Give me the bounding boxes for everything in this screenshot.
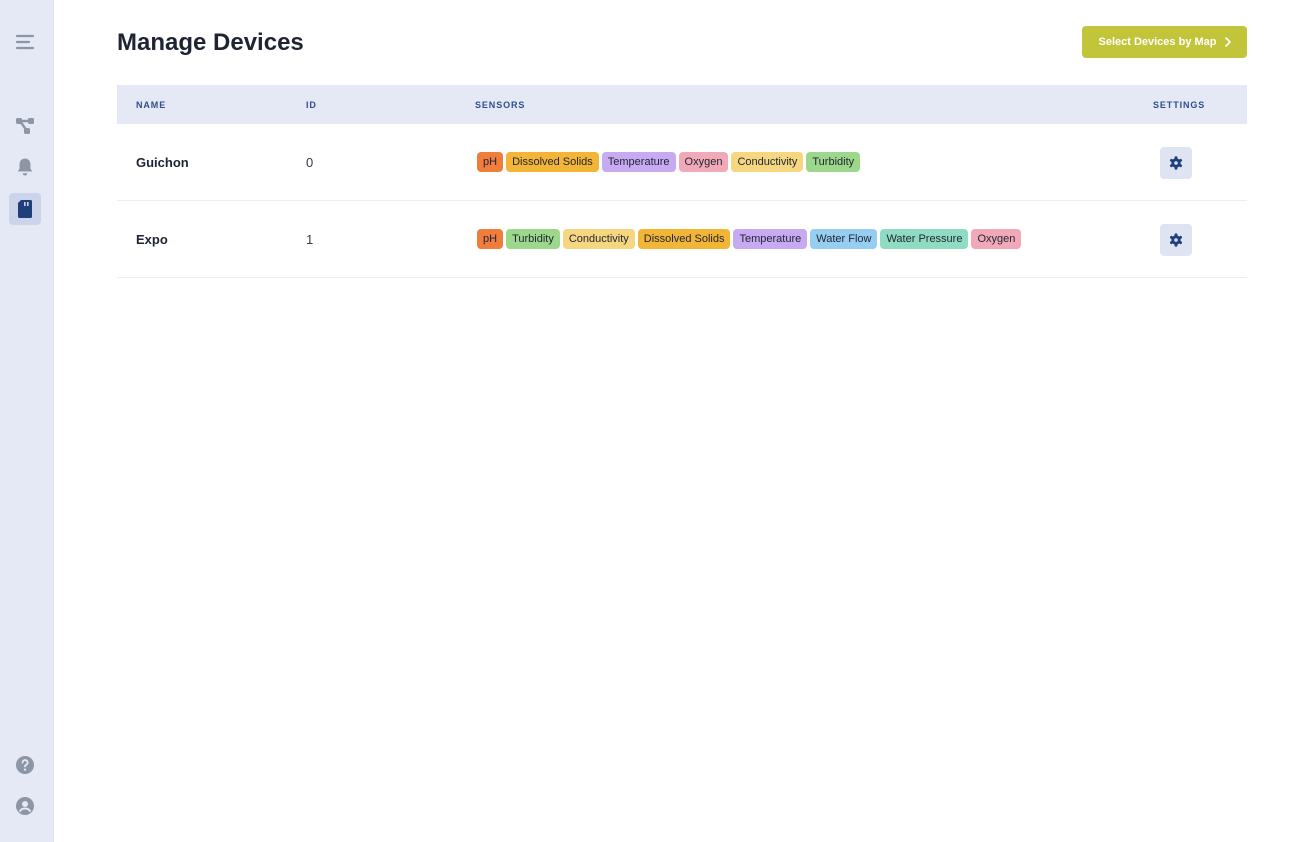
devices-table: NAME ID SENSORS SETTINGS Guichon 0 pH Dis… xyxy=(117,85,1247,278)
chevron-right-icon xyxy=(1224,37,1231,47)
sensor-tag: Dissolved Solids xyxy=(506,152,599,172)
sensor-tag: Water Flow xyxy=(810,229,878,249)
sensor-tag: Oxygen xyxy=(678,152,729,172)
sensor-tag: Water Pressure xyxy=(880,229,969,249)
sidebar-item-account[interactable] xyxy=(9,790,41,822)
gear-icon xyxy=(1169,233,1183,247)
sidebar-menu-button[interactable] xyxy=(9,26,41,58)
gear-icon xyxy=(1169,156,1183,170)
sensor-tags: pH Turbidity Conductivity Dissolved Solids T… xyxy=(477,229,1022,249)
table-header: NAME ID SENSORS SETTINGS xyxy=(117,85,1247,124)
sensor-tags: pH Dissolved Solids Temperature Oxygen Condu… xyxy=(477,152,861,172)
sensor-tag: Dissolved Solids xyxy=(637,229,731,249)
sensor-tag: Conductivity xyxy=(731,152,804,172)
device-settings-button[interactable] xyxy=(1160,147,1192,179)
device-name: Expo xyxy=(136,232,168,247)
sensor-tag: Conductivity xyxy=(562,229,635,249)
sidebar xyxy=(0,0,54,842)
table-row: Expo 1 pH Turbidity Conductivity Dissolved … xyxy=(117,201,1247,278)
sidebar-item-alerts[interactable] xyxy=(9,151,41,183)
sensor-tag: pH xyxy=(477,229,504,249)
sensor-tag: Temperature xyxy=(733,229,808,249)
device-id: 1 xyxy=(306,232,314,247)
sidebar-item-help[interactable] xyxy=(9,749,41,781)
bell-icon xyxy=(17,158,33,176)
sidebar-item-network[interactable] xyxy=(9,110,41,142)
column-header-settings: SETTINGS xyxy=(1153,100,1206,110)
network-icon xyxy=(16,118,34,134)
map-button-label: Select Devices by Map xyxy=(1098,36,1217,48)
user-icon xyxy=(16,797,34,815)
sd-card-icon xyxy=(18,200,32,218)
sensor-tag: Oxygen xyxy=(971,229,1022,249)
column-header-sensors: SENSORS xyxy=(475,100,526,110)
sidebar-item-devices[interactable] xyxy=(9,193,41,225)
device-settings-button[interactable] xyxy=(1160,224,1192,256)
column-header-name: NAME xyxy=(136,100,167,110)
sensor-tag: Temperature xyxy=(601,152,676,172)
device-name: Guichon xyxy=(136,155,189,170)
page-title: Manage Devices xyxy=(117,29,304,56)
device-id: 0 xyxy=(306,155,314,170)
help-icon xyxy=(16,756,34,774)
menu-icon xyxy=(15,34,35,50)
sensor-tag: Turbidity xyxy=(506,229,560,249)
column-header-id: ID xyxy=(306,100,317,110)
app-root: Manage Devices Select Devices by Map NAM… xyxy=(0,0,1308,842)
table-row: Guichon 0 pH Dissolved Solids Temperature O… xyxy=(117,124,1247,201)
sensor-tag: Turbidity xyxy=(806,152,861,172)
select-devices-by-map-button[interactable]: Select Devices by Map xyxy=(1082,26,1247,58)
sensor-tag: pH xyxy=(477,152,504,172)
